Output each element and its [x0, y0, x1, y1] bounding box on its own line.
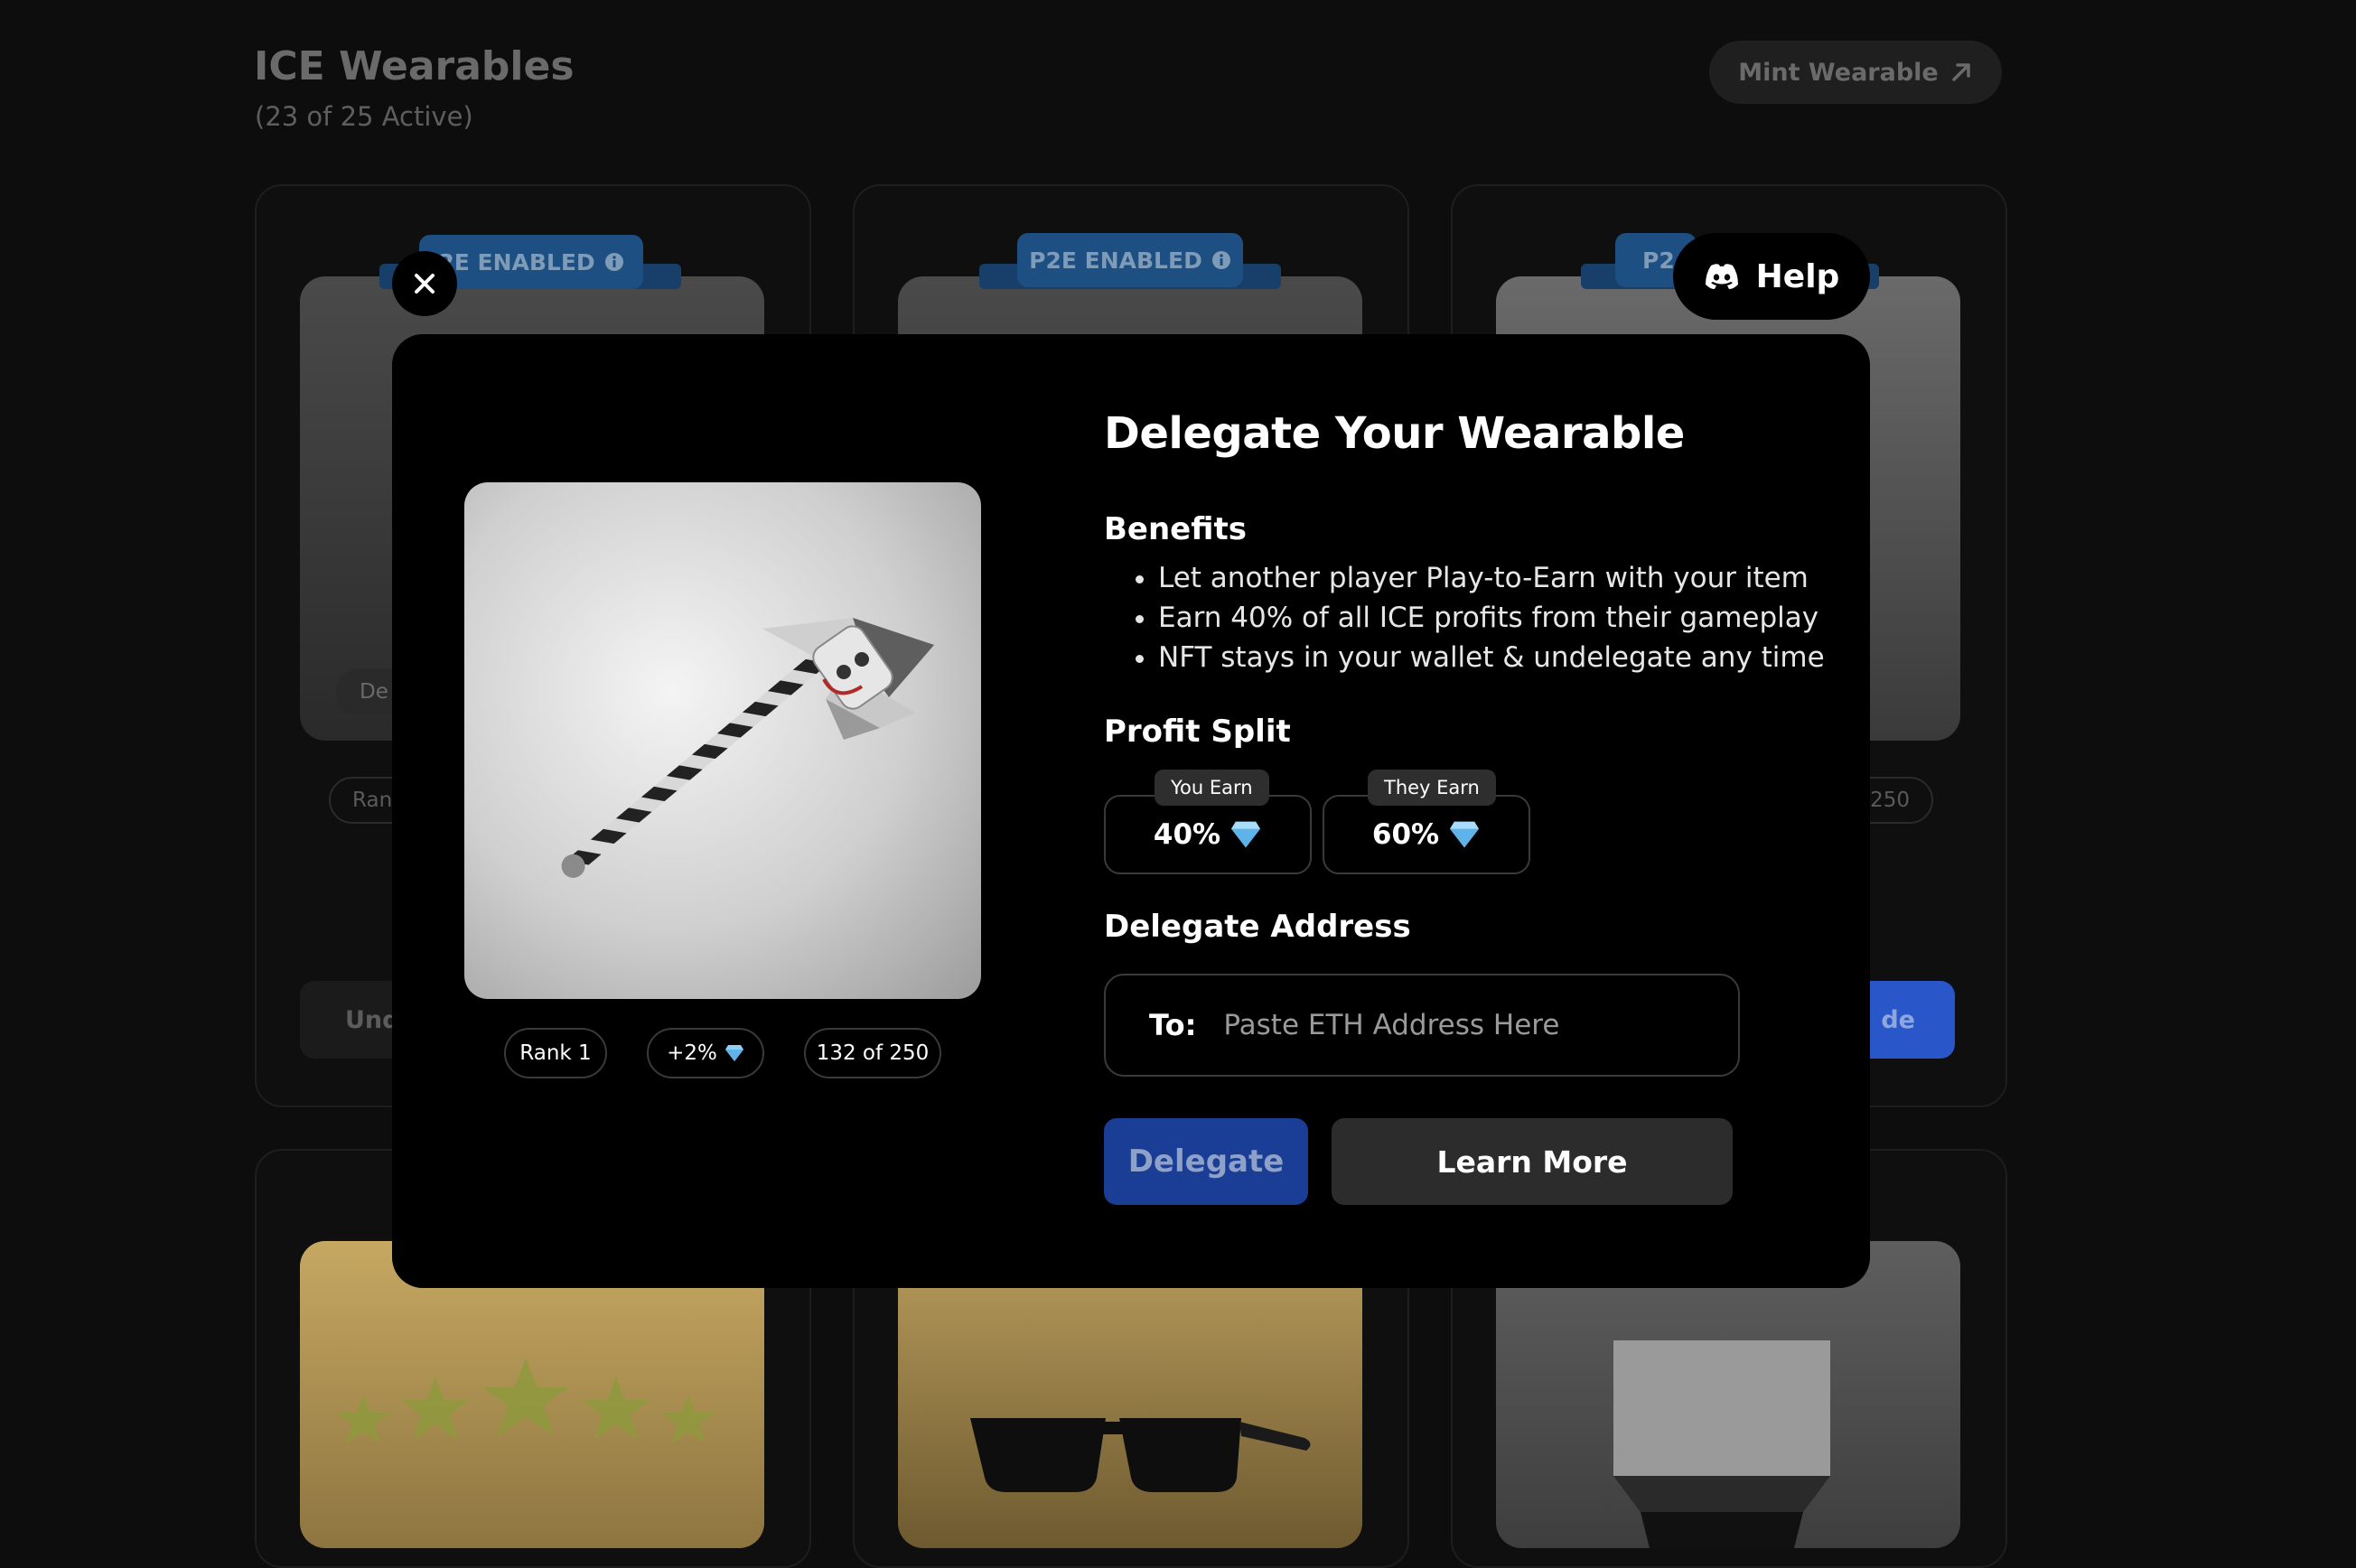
ice-axe-wearable-icon	[561, 618, 934, 878]
benefits-list: Let another player Play-to-Earn with you…	[1124, 558, 1825, 677]
delegate-address-field[interactable]: To:	[1104, 974, 1740, 1077]
info-icon	[1211, 251, 1230, 269]
eth-address-input[interactable]	[1221, 1008, 1732, 1042]
delegate-address-heading: Delegate Address	[1104, 909, 1411, 945]
p2e-banner: P2E ENABLED	[1017, 233, 1243, 287]
they-earn-box: 60%	[1323, 795, 1530, 874]
diamond-icon	[1450, 821, 1480, 848]
help-button[interactable]: Help	[1673, 233, 1870, 320]
mint-wearable-label: Mint Wearable	[1738, 58, 1939, 87]
they-earn-label: They Earn	[1368, 770, 1496, 806]
benefit-item: Earn 40% of all ICE profits from their g…	[1158, 598, 1825, 638]
close-button[interactable]	[392, 251, 457, 316]
diamond-icon	[725, 1045, 743, 1061]
they-earn-value: 60%	[1371, 818, 1440, 851]
mint-wearable-button[interactable]: Mint Wearable	[1709, 41, 2002, 104]
info-icon	[604, 253, 623, 271]
active-count: (23 of 25 Active)	[255, 101, 473, 132]
diamond-icon	[1231, 821, 1261, 848]
to-label: To:	[1149, 1008, 1197, 1042]
page-title: ICE Wearables	[254, 43, 575, 89]
benefit-item: Let another player Play-to-Earn with you…	[1158, 558, 1825, 598]
bonus-badge: +2%	[647, 1028, 764, 1078]
discord-icon	[1705, 264, 1738, 289]
rank-badge: Rank 1	[504, 1028, 607, 1078]
edition-badge: 132 of 250	[804, 1028, 941, 1078]
wearable-preview-image	[464, 482, 981, 999]
close-icon	[415, 274, 435, 294]
you-earn-box: 40%	[1104, 795, 1312, 874]
benefit-item: NFT stays in your wallet & undelegate an…	[1158, 638, 1825, 677]
you-earn-value: 40%	[1153, 818, 1221, 851]
modal-title: Delegate Your Wearable	[1104, 408, 1685, 459]
profit-split-heading: Profit Split	[1104, 714, 1291, 750]
learn-more-button[interactable]: Learn More	[1332, 1118, 1733, 1205]
arrow-up-right-icon	[1951, 63, 1970, 81]
delegate-button[interactable]: Delegate	[1104, 1118, 1308, 1205]
help-label: Help	[1755, 257, 1840, 295]
benefits-heading: Benefits	[1104, 511, 1247, 547]
you-earn-label: You Earn	[1155, 770, 1269, 806]
delegate-label: Delegate	[1127, 1143, 1285, 1180]
learn-more-label: Learn More	[1436, 1143, 1628, 1180]
